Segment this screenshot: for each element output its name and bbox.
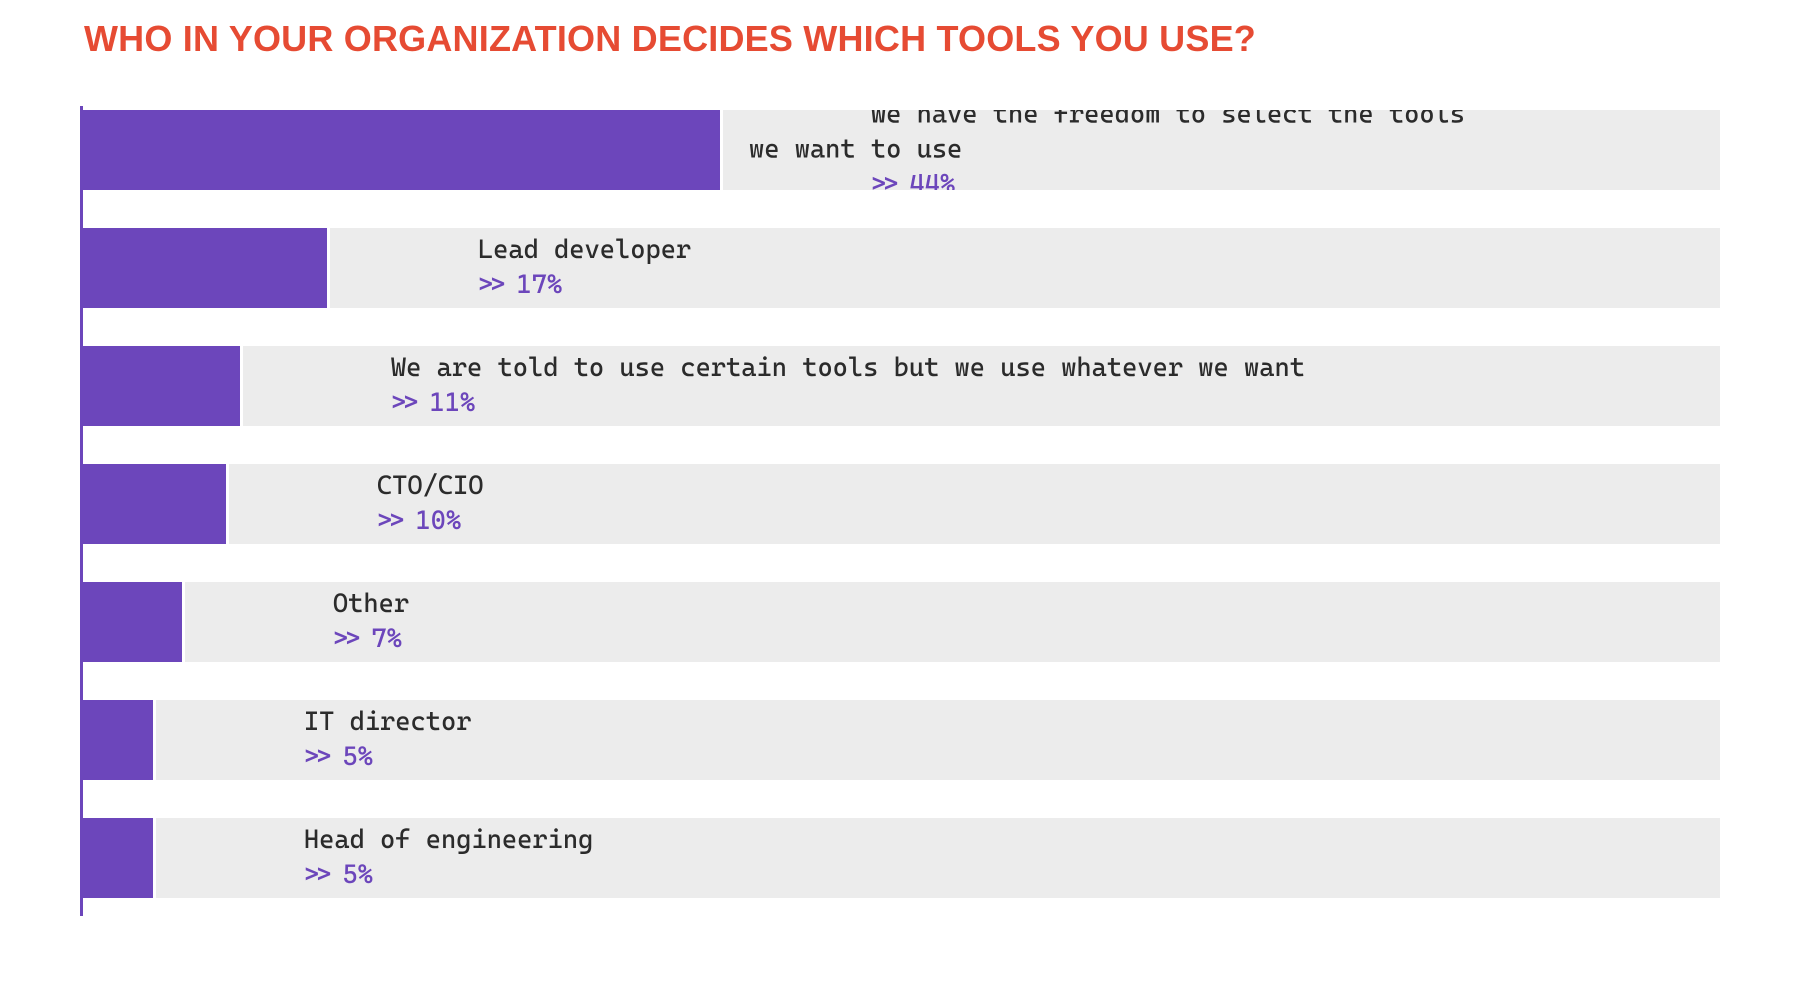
bar-label: CTO/CIO >> 10% (255, 464, 484, 544)
bar-category-text: CTO/CIO (377, 471, 484, 501)
bar-row: We are told to use certain tools but we … (83, 346, 1720, 426)
chart-title: WHO IN YOUR ORGANIZATION DECIDES WHICH T… (84, 18, 1720, 60)
bar-value-text: 11% (429, 388, 475, 418)
bar-label: We are told to use certain tools but we … (269, 346, 1305, 426)
separator-glyph: >> (304, 742, 328, 772)
separator-glyph: >> (871, 170, 895, 190)
bar-label: We have the freedom to select the tools … (749, 110, 1465, 190)
bar-fill (83, 110, 723, 190)
bar-category-text: IT director (304, 707, 472, 737)
bar-fill (83, 346, 243, 426)
bar-label: Lead developer >> 17% (356, 228, 691, 308)
bar-category-text: Lead developer (478, 235, 691, 265)
bar-row: Other >> 7% (83, 582, 1720, 662)
bar-value-text: 17% (516, 270, 562, 300)
bar-fill (83, 464, 229, 544)
bar-category-text: Other (333, 589, 409, 619)
bar-value-text: 5% (342, 860, 372, 890)
bar-value-text: 44% (909, 170, 955, 190)
bar-fill (83, 700, 156, 780)
separator-glyph: >> (377, 506, 401, 536)
bar-value-text: 5% (342, 742, 372, 772)
bar-label: Other >> 7% (211, 582, 409, 662)
separator-glyph: >> (391, 388, 415, 418)
bar-category-text: We have the freedom to select the tools … (749, 110, 1465, 164)
bar-fill (83, 228, 330, 308)
bar-category-text: Head of engineering (304, 825, 593, 855)
bar-value-text: 7% (371, 624, 401, 654)
bar-row: CTO/CIO >> 10% (83, 464, 1720, 544)
bar-row: We have the freedom to select the tools … (83, 110, 1720, 190)
bar-category-text: We are told to use certain tools but we … (391, 353, 1305, 383)
bar-row: IT director >> 5% (83, 700, 1720, 780)
bar-label: IT director >> 5% (182, 700, 471, 780)
separator-glyph: >> (304, 860, 328, 890)
bar-chart: We have the freedom to select the tools … (80, 106, 1720, 916)
bar-fill (83, 582, 185, 662)
chart-container: WHO IN YOUR ORGANIZATION DECIDES WHICH T… (0, 18, 1800, 916)
separator-glyph: >> (478, 270, 502, 300)
bar-value-text: 10% (415, 506, 461, 536)
bar-row: Lead developer >> 17% (83, 228, 1720, 308)
bar-label: Head of engineering >> 5% (182, 818, 593, 898)
bar-row: Head of engineering >> 5% (83, 818, 1720, 898)
bar-fill (83, 818, 156, 898)
separator-glyph: >> (333, 624, 357, 654)
